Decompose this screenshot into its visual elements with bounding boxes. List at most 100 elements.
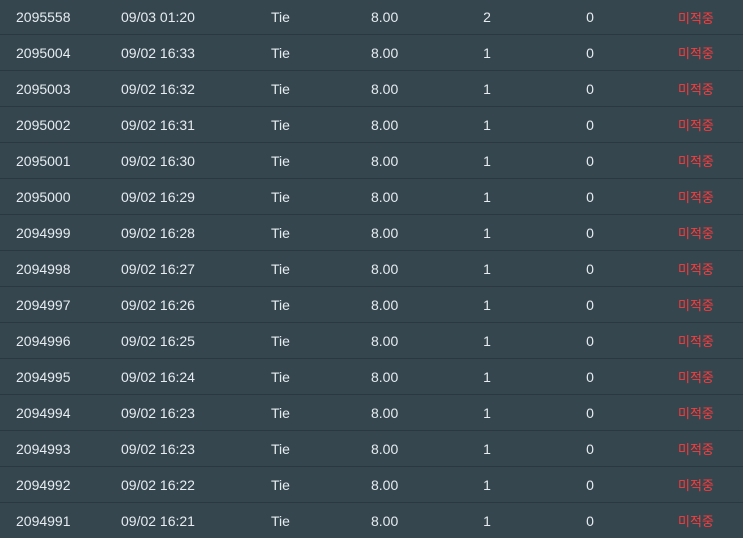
- bet-history-table: 2095558 09/03 01:20 Tie 8.00 2 0 미적중 209…: [0, 0, 743, 538]
- win-amount: 0: [586, 368, 594, 385]
- win-amount: 0: [586, 512, 594, 529]
- status-badge: 미적중: [678, 191, 714, 206]
- bet-count: 1: [483, 80, 491, 97]
- win-amount: 0: [586, 296, 594, 313]
- table-row: 2095000 09/02 16:29 Tie 8.00 1 0 미적중: [0, 179, 743, 215]
- status-badge: 미적중: [678, 335, 714, 350]
- bet-selection: Tie: [271, 512, 290, 529]
- bet-odds: 8.00: [371, 368, 399, 385]
- table-row: 2094994 09/02 16:23 Tie 8.00 1 0 미적중: [0, 395, 743, 431]
- bet-selection: Tie: [271, 332, 290, 349]
- status-badge: 미적중: [678, 83, 714, 98]
- bet-id: 2094995: [16, 368, 71, 385]
- bet-selection: Tie: [271, 116, 290, 133]
- table-row: 2095004 09/02 16:33 Tie 8.00 1 0 미적중: [0, 35, 743, 71]
- bet-count: 1: [483, 404, 491, 421]
- status-badge: 미적중: [678, 227, 714, 242]
- table-row: 2095003 09/02 16:32 Tie 8.00 1 0 미적중: [0, 71, 743, 107]
- win-amount: 0: [586, 152, 594, 169]
- bet-odds: 8.00: [371, 80, 399, 97]
- bet-selection: Tie: [271, 260, 290, 277]
- bet-id: 2094999: [16, 224, 71, 241]
- win-amount: 0: [586, 188, 594, 205]
- status-badge: 미적중: [678, 479, 714, 494]
- bet-count: 1: [483, 368, 491, 385]
- bet-count: 1: [483, 332, 491, 349]
- table-row: 2094998 09/02 16:27 Tie 8.00 1 0 미적중: [0, 251, 743, 287]
- bet-time: 09/02 16:24: [121, 368, 195, 385]
- bet-odds: 8.00: [371, 512, 399, 529]
- win-amount: 0: [586, 9, 594, 25]
- bet-id: 2094991: [16, 512, 71, 529]
- bet-selection: Tie: [271, 368, 290, 385]
- status-badge: 미적중: [678, 371, 714, 386]
- status-badge: 미적중: [678, 299, 714, 314]
- bet-count: 1: [483, 476, 491, 493]
- table-row: 2095558 09/03 01:20 Tie 8.00 2 0 미적중: [0, 0, 743, 35]
- bet-id: 2094996: [16, 332, 71, 349]
- bet-time: 09/02 16:30: [121, 152, 195, 169]
- bet-odds: 8.00: [371, 224, 399, 241]
- bet-id: 2095003: [16, 80, 71, 97]
- bet-time: 09/02 16:21: [121, 512, 195, 529]
- bet-time: 09/02 16:25: [121, 332, 195, 349]
- bet-id: 2094997: [16, 296, 71, 313]
- bet-id: 2094992: [16, 476, 71, 493]
- bet-selection: Tie: [271, 9, 290, 25]
- status-badge: 미적중: [678, 47, 714, 62]
- bet-selection: Tie: [271, 44, 290, 61]
- bet-odds: 8.00: [371, 404, 399, 421]
- bet-time: 09/02 16:33: [121, 44, 195, 61]
- table-row: 2095002 09/02 16:31 Tie 8.00 1 0 미적중: [0, 107, 743, 143]
- bet-count: 1: [483, 296, 491, 313]
- table-row: 2094995 09/02 16:24 Tie 8.00 1 0 미적중: [0, 359, 743, 395]
- status-badge: 미적중: [678, 443, 714, 458]
- bet-id: 2094998: [16, 260, 71, 277]
- win-amount: 0: [586, 116, 594, 133]
- bet-odds: 8.00: [371, 332, 399, 349]
- table-row: 2094991 09/02 16:21 Tie 8.00 1 0 미적중: [0, 503, 743, 538]
- win-amount: 0: [586, 44, 594, 61]
- bet-selection: Tie: [271, 224, 290, 241]
- table-row: 2094992 09/02 16:22 Tie 8.00 1 0 미적중: [0, 467, 743, 503]
- win-amount: 0: [586, 404, 594, 421]
- bet-count: 1: [483, 44, 491, 61]
- table-row: 2094993 09/02 16:23 Tie 8.00 1 0 미적중: [0, 431, 743, 467]
- win-amount: 0: [586, 260, 594, 277]
- bet-count: 1: [483, 440, 491, 457]
- bet-time: 09/02 16:27: [121, 260, 195, 277]
- win-amount: 0: [586, 80, 594, 97]
- bet-id: 2095000: [16, 188, 71, 205]
- status-badge: 미적중: [678, 119, 714, 134]
- win-amount: 0: [586, 440, 594, 457]
- bet-odds: 8.00: [371, 188, 399, 205]
- bet-odds: 8.00: [371, 44, 399, 61]
- bet-odds: 8.00: [371, 440, 399, 457]
- table-row: 2094999 09/02 16:28 Tie 8.00 1 0 미적중: [0, 215, 743, 251]
- bet-count: 1: [483, 152, 491, 169]
- bet-count: 2: [483, 9, 491, 25]
- bet-id: 2095004: [16, 44, 71, 61]
- bet-count: 1: [483, 512, 491, 529]
- bet-time: 09/02 16:22: [121, 476, 195, 493]
- bet-count: 1: [483, 116, 491, 133]
- bet-selection: Tie: [271, 404, 290, 421]
- status-badge: 미적중: [678, 515, 714, 530]
- win-amount: 0: [586, 332, 594, 349]
- bet-id: 2095558: [16, 9, 71, 25]
- bet-time: 09/03 01:20: [121, 9, 195, 25]
- bet-odds: 8.00: [371, 116, 399, 133]
- bet-selection: Tie: [271, 440, 290, 457]
- win-amount: 0: [586, 476, 594, 493]
- bet-selection: Tie: [271, 80, 290, 97]
- bet-selection: Tie: [271, 476, 290, 493]
- bet-count: 1: [483, 260, 491, 277]
- table-row: 2094997 09/02 16:26 Tie 8.00 1 0 미적중: [0, 287, 743, 323]
- bet-time: 09/02 16:29: [121, 188, 195, 205]
- bet-odds: 8.00: [371, 296, 399, 313]
- win-amount: 0: [586, 224, 594, 241]
- table-row: 2095001 09/02 16:30 Tie 8.00 1 0 미적중: [0, 143, 743, 179]
- bet-selection: Tie: [271, 152, 290, 169]
- bet-time: 09/02 16:23: [121, 404, 195, 421]
- status-badge: 미적중: [678, 11, 714, 27]
